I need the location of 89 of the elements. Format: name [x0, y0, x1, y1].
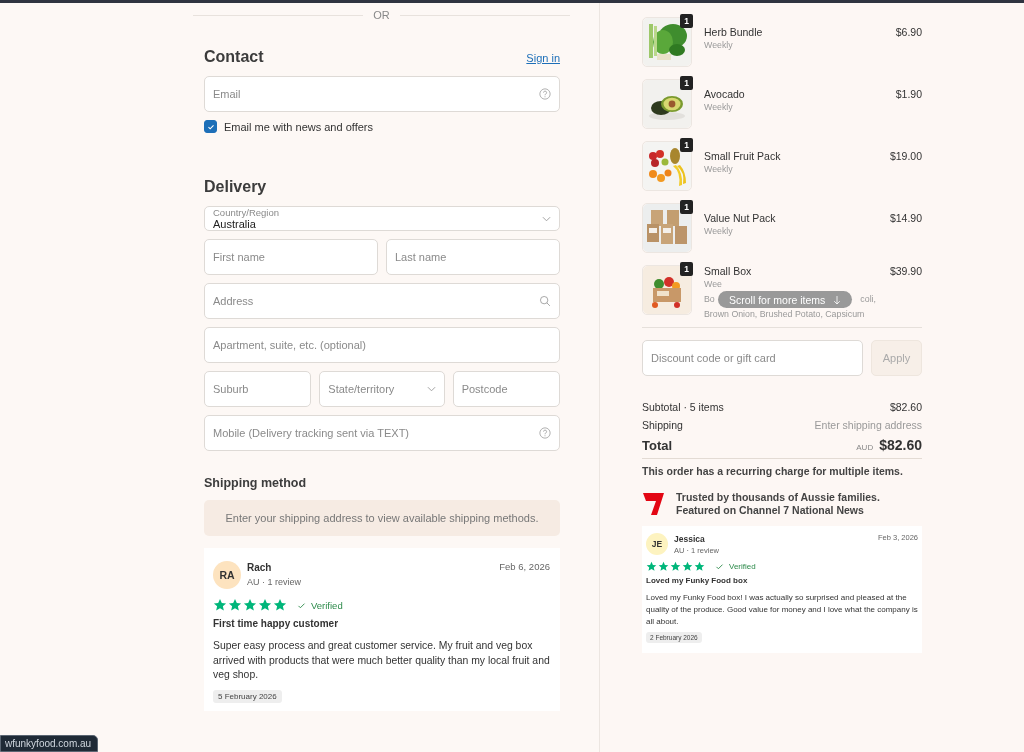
product-price: $39.90	[889, 265, 922, 277]
field-value: Australia	[213, 218, 257, 230]
reviewer-name: Jessica	[674, 533, 706, 545]
quantity-badge: 1	[680, 200, 693, 214]
star-icon	[658, 561, 669, 572]
quantity-badge: 1	[680, 262, 693, 276]
chevron-icon	[542, 215, 551, 222]
reviewer-meta: AU · 1 review	[247, 576, 302, 589]
avatar: RA	[213, 561, 241, 589]
review-title: First time happy customer	[213, 618, 340, 629]
product-price: $14.90	[889, 211, 922, 224]
recurring-notice: This order has a recurring charge for multiple items.	[642, 465, 904, 477]
product-name: Herb Bundle	[704, 26, 764, 39]
reviewer-name: Rach	[247, 561, 273, 575]
star-icon	[228, 598, 242, 612]
product-frequency: Weekly	[704, 39, 734, 52]
help-icon[interactable]	[539, 88, 551, 100]
subtotal-value: $82.60	[889, 401, 922, 413]
review-text: Super easy process and great customer service. My fruit and veg box arrived with products that were much better quality than my local fruit and veg shop.	[213, 639, 550, 682]
shipping-notice: Enter your shipping address to view available shipping methods.	[204, 500, 560, 536]
checkbox[interactable]	[204, 120, 217, 133]
product-frequency: Weekly	[704, 101, 734, 114]
product-price: $6.90	[895, 25, 922, 38]
email-field[interactable]: Email	[204, 76, 560, 112]
star-icon	[213, 598, 227, 612]
help-icon[interactable]	[539, 427, 551, 439]
section-heading: Shipping method	[204, 476, 308, 490]
trust-text: Trusted by thousands of Aussie families.	[676, 491, 880, 504]
product-price: $19.00	[889, 149, 922, 162]
review-date: Feb 6, 2026	[499, 561, 550, 572]
link-preview: wfunkyfood.com.au	[0, 735, 99, 752]
subtotal-label: Subtotal · 5 items	[642, 401, 724, 413]
star-icon	[243, 598, 257, 612]
scroll-hint-button[interactable]: Scroll for more items	[718, 291, 853, 308]
country-select[interactable]: Country/Region Australia	[204, 206, 560, 231]
arrow-down-icon	[833, 294, 842, 305]
quantity-badge: 1	[680, 76, 693, 90]
product-contents: Brown Onion, Brushed Potato, Capsicum	[704, 308, 866, 321]
checkbox-label: Email me with news and offers	[224, 120, 373, 133]
date-tag: 5 February 2026	[213, 689, 282, 703]
input-field[interactable]: Apartment, suite, etc. (optional)	[204, 327, 560, 363]
search-icon	[539, 295, 551, 307]
review-title: Loved my Funky Food box	[646, 576, 749, 585]
address-field[interactable]: Address	[204, 283, 560, 319]
quantity-badge: 1	[680, 138, 693, 152]
product-name: Value Nut Pack	[704, 212, 777, 225]
input-field[interactable]: Suburb	[204, 371, 312, 407]
logo-icon	[642, 492, 666, 516]
input-field[interactable]: First name	[204, 239, 378, 275]
section-heading: Delivery	[204, 178, 268, 196]
input-field[interactable]: Postcode	[452, 371, 560, 407]
product-contents: coli,	[860, 293, 876, 306]
check-icon	[715, 562, 724, 571]
star-icon	[694, 561, 705, 572]
product-name: Small Box	[704, 265, 753, 278]
total-value: $82.60	[879, 437, 922, 453]
currency-label: AUD	[856, 443, 874, 452]
product-name: Avocado	[704, 88, 746, 101]
review-text: Loved my Funky Food box! I was actually so surprised and pleased at the quality of the produce. Good value for money and I love what the company is all about.	[646, 592, 918, 628]
product-frequency: Wee	[704, 278, 723, 291]
phone-field[interactable]: Mobile (Delivery tracking sent via TEXT)	[204, 415, 560, 451]
section-heading: Contact	[204, 48, 264, 66]
star-icon	[682, 561, 693, 572]
product-name: Small Fruit Pack	[704, 150, 782, 163]
product-contents: Bo	[704, 293, 715, 306]
verified-label: Verified	[311, 599, 343, 611]
sign-in-link[interactable]: Sign in	[526, 52, 560, 64]
apply-button[interactable]: Apply	[871, 340, 922, 376]
shipping-value: Enter shipping address	[814, 419, 922, 431]
select-placeholder: State/territory	[328, 383, 396, 395]
product-frequency: Weekly	[704, 225, 734, 238]
total-label: Total	[642, 438, 674, 453]
avatar: JE	[646, 533, 668, 555]
shipping-label: Shipping	[642, 419, 683, 431]
field-label: Country/Region	[213, 207, 280, 218]
star-icon	[258, 598, 272, 612]
state-select[interactable]: State/territory	[319, 371, 445, 407]
product-frequency: Weekly	[704, 163, 734, 176]
trust-text: Featured on Channel 7 National News	[676, 504, 865, 517]
chevron-icon	[426, 386, 436, 392]
divider-label: OR	[373, 9, 390, 21]
star-icon	[670, 561, 681, 572]
verified-label: Verified	[729, 562, 756, 571]
input-field[interactable]: Last name	[386, 239, 560, 275]
quantity-badge: 1	[680, 14, 693, 28]
star-icon	[646, 561, 657, 572]
star-icon	[273, 598, 287, 612]
discount-field[interactable]: Discount code or gift card	[642, 340, 863, 376]
product-price: $1.90	[895, 87, 922, 100]
